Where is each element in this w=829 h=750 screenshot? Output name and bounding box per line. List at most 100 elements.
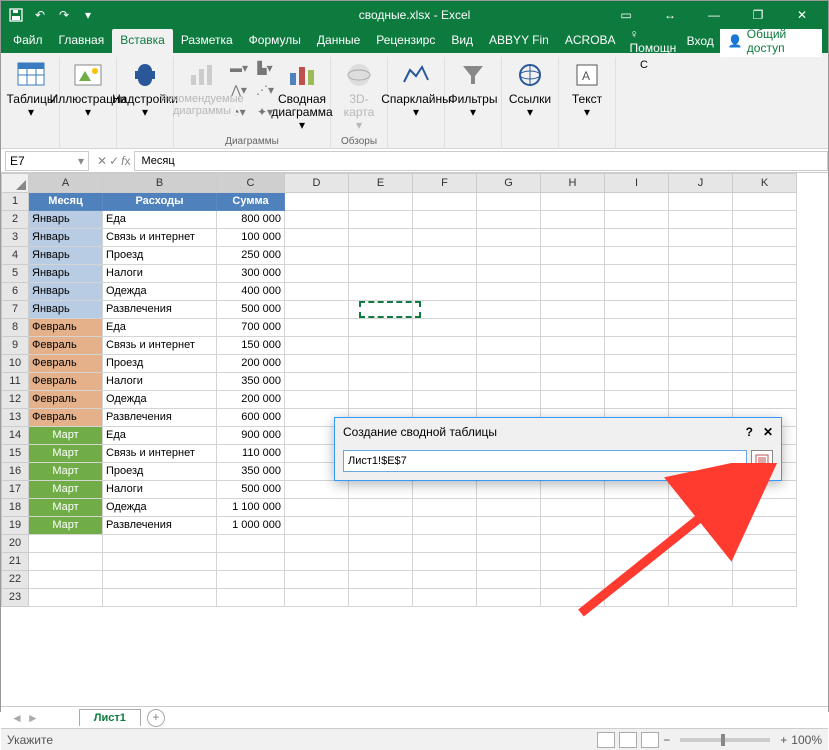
pivot-chart-button[interactable]: Сводная диаграмма ▾ [280, 59, 324, 133]
maximize-button[interactable]: ❐ [736, 1, 780, 29]
chart-type-buttons: ▬▾⋀▾◔▾ [228, 59, 250, 121]
col-header[interactable]: G [477, 173, 541, 193]
recommended-charts-button: Рекомендуемые диаграммы [180, 59, 224, 117]
symbols-button[interactable]: С [622, 59, 666, 71]
ribbon: Таблицы▾ Иллюстрации▾ Надстройки▾ Рекоме… [1, 53, 828, 149]
row-header[interactable]: 12 [1, 391, 29, 409]
links-button[interactable]: Ссылки▾ [508, 59, 552, 119]
col-header[interactable]: A [29, 173, 103, 193]
col-header[interactable]: I [605, 173, 669, 193]
cancel-formula[interactable]: ✕ [97, 154, 107, 168]
share-button[interactable]: 👤Общий доступ [720, 25, 822, 57]
tab-abbyy[interactable]: ABBYY Fin [481, 29, 557, 53]
row-header[interactable]: 4 [1, 247, 29, 265]
col-header[interactable]: E [349, 173, 413, 193]
col-header[interactable]: D [285, 173, 349, 193]
tab-data[interactable]: Данные [309, 29, 368, 53]
login-link[interactable]: Вход [687, 34, 714, 48]
row-header[interactable]: 7 [1, 301, 29, 319]
title-bar: ↶ ↷ ▾ сводные.xlsx - Excel ▭ ↔ — ❐ ✕ [1, 1, 828, 29]
qat-customize[interactable]: ▾ [77, 4, 99, 26]
row-header[interactable]: 16 [1, 463, 29, 481]
add-sheet-button[interactable]: + [147, 709, 165, 727]
page-break-view-button[interactable] [641, 732, 659, 748]
status-bar: Укажите − + 100% [1, 728, 828, 750]
row-header[interactable]: 18 [1, 499, 29, 517]
svg-text:A: A [582, 69, 590, 83]
page-layout-view-button[interactable] [619, 732, 637, 748]
row-header[interactable]: 9 [1, 337, 29, 355]
row-header[interactable]: 2 [1, 211, 29, 229]
row-header[interactable]: 10 [1, 355, 29, 373]
tab-file[interactable]: Файл [5, 29, 51, 53]
zoom-out-button[interactable]: − [663, 733, 670, 747]
dialog-title: Создание сводной таблицы [343, 425, 497, 439]
col-header[interactable]: K [733, 173, 797, 193]
row-header[interactable]: 3 [1, 229, 29, 247]
status-text: Укажите [7, 733, 53, 747]
sheet-nav-next[interactable]: ► [27, 711, 39, 725]
formula-input[interactable]: Месяц [134, 151, 828, 171]
row-header[interactable]: 23 [1, 589, 29, 607]
tab-insert[interactable]: Вставка [112, 29, 173, 53]
accept-formula[interactable]: ✓ [109, 154, 119, 168]
dialog-close-button[interactable]: ✕ [763, 425, 773, 439]
row-header[interactable]: 20 [1, 535, 29, 553]
save-button[interactable] [5, 4, 27, 26]
3d-map-button: 3D-карта▾ [337, 59, 381, 133]
select-all-corner[interactable] [1, 173, 29, 193]
tab-home[interactable]: Главная [51, 29, 113, 53]
minimize-button[interactable]: — [692, 1, 736, 29]
tab-review[interactable]: Рецензирс [368, 29, 443, 53]
filters-button[interactable]: Фильтры▾ [451, 59, 495, 119]
tables-button[interactable]: Таблицы▾ [9, 59, 53, 119]
row-header[interactable]: 21 [1, 553, 29, 571]
range-picker-button[interactable] [751, 450, 773, 472]
col-header[interactable]: F [413, 173, 477, 193]
row-header[interactable]: 8 [1, 319, 29, 337]
normal-view-button[interactable] [597, 732, 615, 748]
ribbon-options-icon[interactable]: ↔ [648, 1, 692, 29]
tab-formulas[interactable]: Формулы [241, 29, 309, 53]
sparklines-button[interactable]: Спарклайны▾ [394, 59, 438, 119]
row-header[interactable]: 5 [1, 265, 29, 283]
tab-view[interactable]: Вид [443, 29, 481, 53]
zoom-in-button[interactable]: + [780, 733, 787, 747]
zoom-slider[interactable] [680, 738, 770, 742]
row-header[interactable]: 11 [1, 373, 29, 391]
create-pivot-dialog: Создание сводной таблицы ? ✕ [334, 417, 782, 481]
row-header[interactable]: 13 [1, 409, 29, 427]
redo-button[interactable]: ↷ [53, 4, 75, 26]
tell-me[interactable]: ♀ Помощн [630, 27, 681, 55]
text-button[interactable]: AТекст▾ [565, 59, 609, 119]
row-header[interactable]: 19 [1, 517, 29, 535]
col-header[interactable]: B [103, 173, 217, 193]
name-box[interactable]: E7▾ [5, 151, 89, 171]
tab-layout[interactable]: Разметка [173, 29, 241, 53]
sheet-nav-prev[interactable]: ◄ [11, 711, 23, 725]
fx-button[interactable]: fx [121, 154, 130, 168]
row-header[interactable]: 22 [1, 571, 29, 589]
window-title: сводные.xlsx - Excel [359, 8, 471, 22]
row-header[interactable]: 14 [1, 427, 29, 445]
row-header[interactable]: 6 [1, 283, 29, 301]
dialog-help-button[interactable]: ? [746, 425, 753, 439]
quick-access-toolbar: ↶ ↷ ▾ [5, 1, 99, 29]
row-header[interactable]: 15 [1, 445, 29, 463]
row-header[interactable]: 17 [1, 481, 29, 499]
zoom-level[interactable]: 100% [791, 733, 822, 747]
col-header[interactable]: H [541, 173, 605, 193]
row-header[interactable]: 1 [1, 193, 29, 211]
range-input[interactable] [343, 450, 747, 472]
ribbon-tabs: Файл Главная Вставка Разметка Формулы Да… [1, 29, 828, 53]
close-button[interactable]: ✕ [780, 1, 824, 29]
ribbon-box-icon[interactable]: ▭ [604, 1, 648, 29]
col-header[interactable]: J [669, 173, 733, 193]
col-header[interactable]: C [217, 173, 285, 193]
undo-button[interactable]: ↶ [29, 4, 51, 26]
sheet-tabs: ◄ ► Лист1 + [1, 706, 828, 728]
illustrations-button[interactable]: Иллюстрации▾ [66, 59, 110, 119]
formula-bar: E7▾ ✕ ✓ fx Месяц [1, 149, 828, 173]
spreadsheet-grid[interactable]: A B C D E F G H I J K 1МесяцРасходыСумма… [1, 173, 828, 706]
tab-acrobat[interactable]: ACROBA [557, 29, 624, 53]
